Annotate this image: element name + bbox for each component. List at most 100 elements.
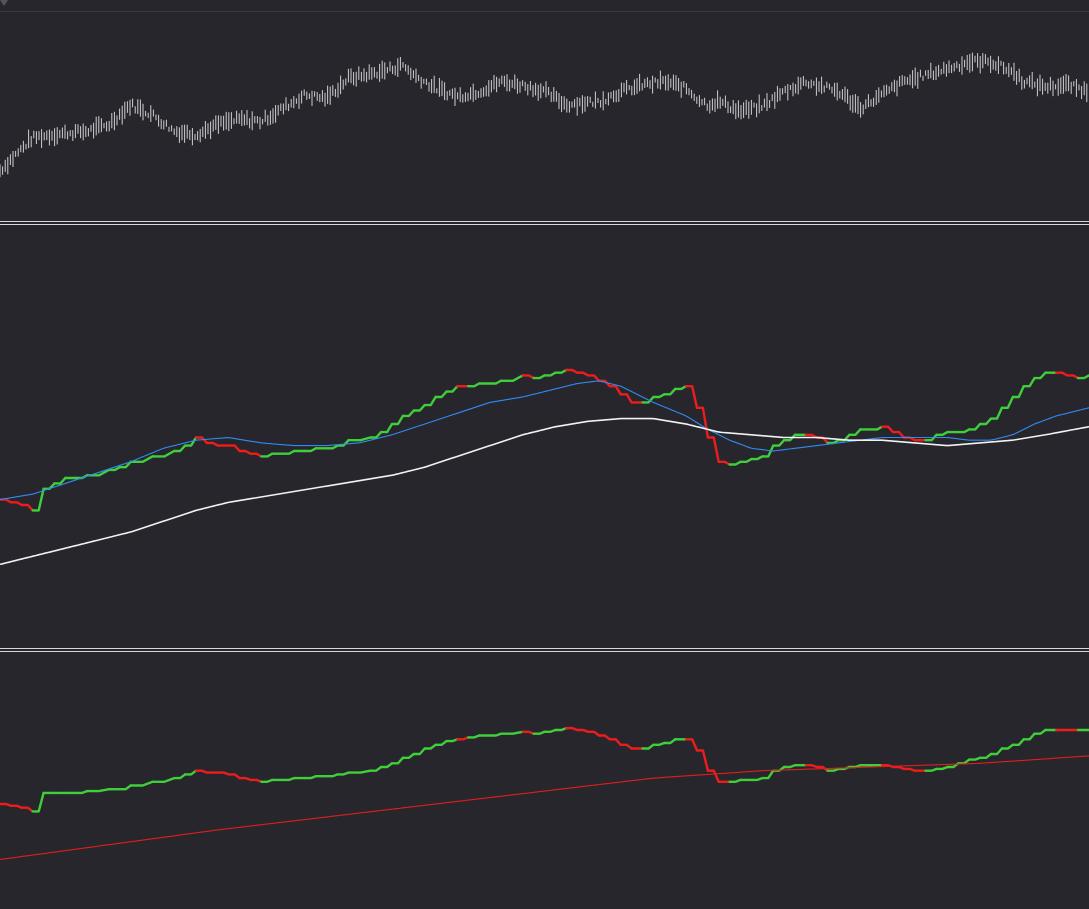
trend-segment-up (379, 422, 394, 434)
trend-segment-up (53, 476, 67, 485)
trend-segment-up (401, 409, 415, 418)
trend-segment-up (957, 428, 971, 434)
trend-segment-down (619, 393, 633, 404)
trend-segment-up (423, 743, 437, 750)
trend-segment-down (227, 773, 241, 780)
trend-segment-down (565, 368, 579, 374)
trend-segment-up (303, 447, 317, 453)
trend-segment-up (445, 385, 459, 393)
trend-segment-down (456, 736, 470, 741)
trend-segment-up (390, 414, 405, 426)
trend-segment-up (467, 734, 481, 739)
trend-segment-down (0, 498, 13, 504)
price-bars (0, 52, 1088, 178)
trend-segment-up (347, 769, 372, 774)
trend-segment-up (281, 449, 296, 455)
trend-segment-up (728, 778, 742, 783)
trend-segment-up (369, 765, 383, 772)
trend-segment-up (532, 730, 546, 735)
trend-segment-up (652, 741, 666, 746)
trend-segment-up (118, 784, 132, 791)
trend-segment-up (325, 773, 339, 778)
trend-segment-up (848, 428, 862, 436)
corner-marker-icon (0, 0, 8, 6)
trend-segment-up (31, 791, 45, 813)
trend-segment-down (216, 771, 230, 776)
trend-segment-up (260, 452, 274, 458)
trend-segment-up (1076, 374, 1089, 380)
trend-segment-up (488, 379, 503, 385)
trend-segment-down (891, 430, 906, 439)
trend-segment-up (488, 732, 503, 737)
trend-segment-up (467, 382, 481, 388)
indicator-panel[interactable] (0, 226, 1089, 649)
trend-segment-down (1055, 371, 1069, 377)
trend-segment-up (347, 436, 372, 442)
trend-segment-down (249, 452, 263, 458)
trend-segment-up (1000, 743, 1014, 750)
trend-segment-up (369, 430, 383, 439)
trend-segment-down (706, 769, 720, 783)
trend-segment-up (75, 789, 89, 795)
trend-segment-up (826, 439, 840, 445)
trend-segment-up (739, 457, 753, 463)
trend-segment-up (1022, 732, 1036, 741)
trend-segment-down (205, 441, 219, 447)
trend-segment-up (423, 395, 437, 407)
trend-segment-up (728, 460, 742, 466)
trend-segment-down (695, 749, 710, 772)
trend-segment-up (978, 752, 993, 759)
trend-segment-down (684, 738, 699, 752)
trend-segment-up (173, 773, 187, 780)
lower-indicator-panel[interactable] (0, 653, 1089, 909)
trend-segment-up (870, 425, 884, 431)
trend-segment-up (303, 775, 317, 780)
trend-line (0, 726, 1089, 813)
trend-segment-up (554, 368, 568, 374)
trend-segment-up (532, 374, 546, 380)
trend-segment-up (151, 776, 176, 783)
trend-segment-up (663, 387, 677, 396)
trend-segment-up (183, 769, 198, 776)
trend-segment-down (597, 734, 611, 741)
trend-segment-up (260, 778, 274, 783)
trend-segment-down (20, 503, 34, 512)
trend-segment-up (1033, 728, 1047, 735)
trend-segment-down (695, 406, 710, 439)
trend-segment-down (891, 765, 906, 771)
trend-segment-down (238, 776, 252, 782)
trend-segment-down (608, 738, 622, 746)
trend-segment-down (706, 436, 720, 463)
trend-segment-up (924, 767, 938, 772)
trend-segment-up (173, 444, 187, 453)
trend-segment-up (390, 756, 405, 765)
trend-segment-down (565, 726, 579, 732)
trend-segment-down (902, 767, 916, 772)
price-panel[interactable] (0, 12, 1089, 222)
trend-segment-up (554, 726, 568, 732)
trend-segment-up (968, 756, 982, 761)
panel-separator-1[interactable] (0, 221, 1089, 225)
trend-segment-down (9, 501, 23, 507)
trend-segment-down (576, 728, 590, 733)
trend-segment-up (674, 385, 688, 391)
trend-segment-down (586, 730, 601, 737)
trend-segment-up (1011, 385, 1025, 399)
trend-segment-up (772, 439, 786, 447)
trend-segment-down (9, 804, 23, 809)
trend-segment-up (401, 752, 415, 759)
trend-segment-up (750, 776, 764, 782)
trend-segment-up (935, 430, 949, 436)
trend-segment-down (20, 806, 34, 813)
trend-segment-up (782, 764, 797, 769)
trend-segment-down (576, 371, 590, 377)
chart-window (0, 0, 1089, 909)
trend-segment-down (194, 769, 209, 774)
trend-segment-down (586, 374, 601, 382)
panel-separator-2[interactable] (0, 648, 1089, 652)
trend-segment-up (826, 767, 840, 772)
trend-segment-up (1011, 738, 1025, 746)
trend-segment-down (880, 425, 895, 434)
trend-segment-up (336, 771, 350, 776)
trend-segment-down (608, 385, 622, 396)
